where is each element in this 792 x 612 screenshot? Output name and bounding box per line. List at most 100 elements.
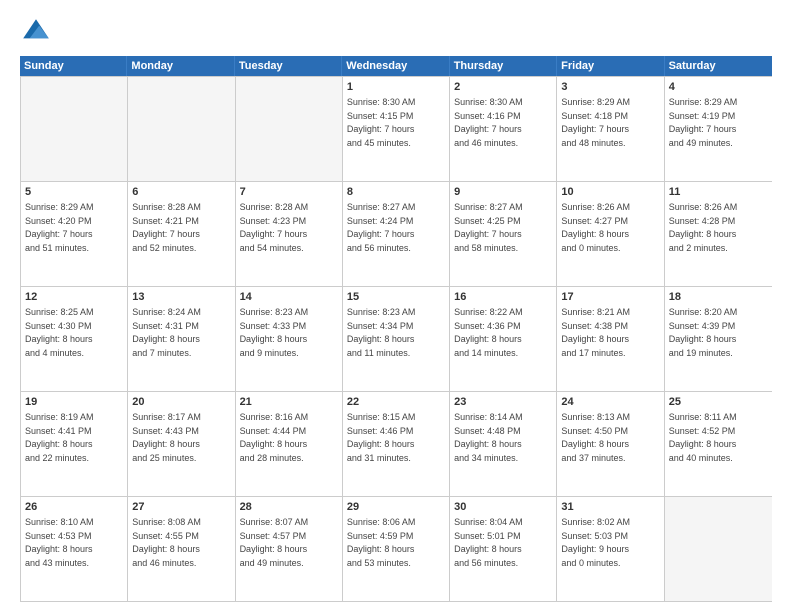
calendar-row-2: 12 Sunrise: 8:25 AM Sunset: 4:30 PM Dayli… [21, 286, 772, 391]
day-info: Sunrise: 8:25 AM Sunset: 4:30 PM Dayligh… [25, 307, 94, 358]
cal-cell-30: 30Sunrise: 8:04 AM Sunset: 5:01 PM Dayli… [450, 497, 557, 601]
cal-cell-7: 7Sunrise: 8:28 AM Sunset: 4:23 PM Daylig… [236, 182, 343, 286]
day-info: Sunrise: 8:30 AM Sunset: 4:16 PM Dayligh… [454, 97, 523, 148]
header-day-tuesday: Tuesday [235, 56, 342, 76]
day-info: Sunrise: 8:29 AM Sunset: 4:18 PM Dayligh… [561, 97, 630, 148]
calendar-header: SundayMondayTuesdayWednesdayThursdayFrid… [20, 56, 772, 76]
day-number: 1 [347, 80, 445, 95]
day-info: Sunrise: 8:23 AM Sunset: 4:34 PM Dayligh… [347, 307, 416, 358]
day-info: Sunrise: 8:07 AM Sunset: 4:57 PM Dayligh… [240, 517, 309, 568]
cal-cell-21: 21 Sunrise: 8:16 AM Sunset: 4:44 PM Dayli… [236, 392, 343, 496]
day-info: Sunrise: 8:23 AM Sunset: 4:33 PM Dayligh… [240, 307, 309, 358]
day-number: 28 [240, 500, 338, 515]
cal-cell-11: 11Sunrise: 8:26 AM Sunset: 4:28 PM Dayli… [665, 182, 772, 286]
cal-cell-20: 20 Sunrise: 8:17 AM Sunset: 4:43 PM Dayli… [128, 392, 235, 496]
cal-cell-1: 1 Sunrise: 8:30 AM Sunset: 4:15 PM Daylig… [343, 77, 450, 181]
day-number: 7 [240, 185, 338, 200]
day-info: Sunrise: 8:29 AM Sunset: 4:20 PM Dayligh… [25, 202, 94, 253]
day-info: Sunrise: 8:28 AM Sunset: 4:21 PM Dayligh… [132, 202, 201, 253]
day-number: 31 [561, 500, 659, 515]
day-number: 8 [347, 185, 445, 200]
day-info: Sunrise: 8:16 AM Sunset: 4:44 PM Dayligh… [240, 412, 309, 463]
day-info: Sunrise: 8:10 AM Sunset: 4:53 PM Dayligh… [25, 517, 94, 568]
cal-cell-12: 12 Sunrise: 8:25 AM Sunset: 4:30 PM Dayli… [21, 287, 128, 391]
day-number: 23 [454, 395, 552, 410]
calendar-row-4: 26 Sunrise: 8:10 AM Sunset: 4:53 PM Dayli… [21, 496, 772, 601]
day-info: Sunrise: 8:22 AM Sunset: 4:36 PM Dayligh… [454, 307, 523, 358]
day-number: 26 [25, 500, 123, 515]
cal-cell-empty-0-2 [236, 77, 343, 181]
cal-cell-26: 26 Sunrise: 8:10 AM Sunset: 4:53 PM Dayli… [21, 497, 128, 601]
day-number: 15 [347, 290, 445, 305]
day-number: 25 [669, 395, 768, 410]
cal-cell-28: 28 Sunrise: 8:07 AM Sunset: 4:57 PM Dayli… [236, 497, 343, 601]
day-info: Sunrise: 8:24 AM Sunset: 4:31 PM Dayligh… [132, 307, 201, 358]
day-number: 9 [454, 185, 552, 200]
day-number: 27 [132, 500, 230, 515]
cal-cell-8: 8Sunrise: 8:27 AM Sunset: 4:24 PM Daylig… [343, 182, 450, 286]
header-day-friday: Friday [557, 56, 664, 76]
day-number: 2 [454, 80, 552, 95]
day-info: Sunrise: 8:21 AM Sunset: 4:38 PM Dayligh… [561, 307, 630, 358]
day-info: Sunrise: 8:26 AM Sunset: 4:27 PM Dayligh… [561, 202, 630, 253]
day-info: Sunrise: 8:20 AM Sunset: 4:39 PM Dayligh… [669, 307, 738, 358]
day-info: Sunrise: 8:17 AM Sunset: 4:43 PM Dayligh… [132, 412, 201, 463]
day-info: Sunrise: 8:30 AM Sunset: 4:15 PM Dayligh… [347, 97, 416, 148]
cal-cell-2: 2 Sunrise: 8:30 AM Sunset: 4:16 PM Daylig… [450, 77, 557, 181]
header-day-thursday: Thursday [450, 56, 557, 76]
cal-cell-19: 19 Sunrise: 8:19 AM Sunset: 4:41 PM Dayli… [21, 392, 128, 496]
cal-cell-27: 27Sunrise: 8:08 AM Sunset: 4:55 PM Dayli… [128, 497, 235, 601]
cal-cell-29: 29 Sunrise: 8:06 AM Sunset: 4:59 PM Dayli… [343, 497, 450, 601]
cal-cell-5: 5 Sunrise: 8:29 AM Sunset: 4:20 PM Daylig… [21, 182, 128, 286]
header-day-wednesday: Wednesday [342, 56, 449, 76]
cal-cell-23: 23 Sunrise: 8:14 AM Sunset: 4:48 PM Dayli… [450, 392, 557, 496]
day-info: Sunrise: 8:13 AM Sunset: 4:50 PM Dayligh… [561, 412, 630, 463]
day-number: 13 [132, 290, 230, 305]
day-info: Sunrise: 8:02 AM Sunset: 5:03 PM Dayligh… [561, 517, 630, 568]
cal-cell-17: 17 Sunrise: 8:21 AM Sunset: 4:38 PM Dayli… [557, 287, 664, 391]
day-number: 29 [347, 500, 445, 515]
cal-cell-6: 6 Sunrise: 8:28 AM Sunset: 4:21 PM Daylig… [128, 182, 235, 286]
day-number: 20 [132, 395, 230, 410]
cal-cell-31: 31 Sunrise: 8:02 AM Sunset: 5:03 PM Dayli… [557, 497, 664, 601]
cal-cell-13: 13 Sunrise: 8:24 AM Sunset: 4:31 PM Dayli… [128, 287, 235, 391]
cal-cell-14: 14 Sunrise: 8:23 AM Sunset: 4:33 PM Dayli… [236, 287, 343, 391]
day-number: 12 [25, 290, 123, 305]
day-info: Sunrise: 8:29 AM Sunset: 4:19 PM Dayligh… [669, 97, 738, 148]
calendar-row-1: 5 Sunrise: 8:29 AM Sunset: 4:20 PM Daylig… [21, 181, 772, 286]
day-number: 18 [669, 290, 768, 305]
page: SundayMondayTuesdayWednesdayThursdayFrid… [0, 0, 792, 612]
day-number: 24 [561, 395, 659, 410]
header [20, 16, 772, 48]
cal-cell-10: 10Sunrise: 8:26 AM Sunset: 4:27 PM Dayli… [557, 182, 664, 286]
day-number: 19 [25, 395, 123, 410]
cal-cell-22: 22 Sunrise: 8:15 AM Sunset: 4:46 PM Dayli… [343, 392, 450, 496]
cal-cell-24: 24 Sunrise: 8:13 AM Sunset: 4:50 PM Dayli… [557, 392, 664, 496]
day-info: Sunrise: 8:15 AM Sunset: 4:46 PM Dayligh… [347, 412, 416, 463]
cal-cell-empty-4-6 [665, 497, 772, 601]
logo-icon [20, 16, 52, 48]
day-info: Sunrise: 8:27 AM Sunset: 4:25 PM Dayligh… [454, 202, 523, 253]
day-number: 6 [132, 185, 230, 200]
day-info: Sunrise: 8:19 AM Sunset: 4:41 PM Dayligh… [25, 412, 94, 463]
header-day-sunday: Sunday [20, 56, 127, 76]
cal-cell-15: 15 Sunrise: 8:23 AM Sunset: 4:34 PM Dayli… [343, 287, 450, 391]
day-info: Sunrise: 8:06 AM Sunset: 4:59 PM Dayligh… [347, 517, 416, 568]
day-info: Sunrise: 8:11 AM Sunset: 4:52 PM Dayligh… [669, 412, 737, 463]
calendar: SundayMondayTuesdayWednesdayThursdayFrid… [20, 56, 772, 602]
day-number: 21 [240, 395, 338, 410]
day-number: 5 [25, 185, 123, 200]
logo [20, 16, 56, 48]
day-number: 30 [454, 500, 552, 515]
day-number: 3 [561, 80, 659, 95]
day-number: 16 [454, 290, 552, 305]
day-info: Sunrise: 8:14 AM Sunset: 4:48 PM Dayligh… [454, 412, 523, 463]
calendar-row-3: 19 Sunrise: 8:19 AM Sunset: 4:41 PM Dayli… [21, 391, 772, 496]
calendar-row-0: 1 Sunrise: 8:30 AM Sunset: 4:15 PM Daylig… [21, 76, 772, 181]
day-info: Sunrise: 8:26 AM Sunset: 4:28 PM Dayligh… [669, 202, 738, 253]
day-number: 17 [561, 290, 659, 305]
header-day-saturday: Saturday [665, 56, 772, 76]
day-number: 14 [240, 290, 338, 305]
day-number: 22 [347, 395, 445, 410]
day-number: 4 [669, 80, 768, 95]
